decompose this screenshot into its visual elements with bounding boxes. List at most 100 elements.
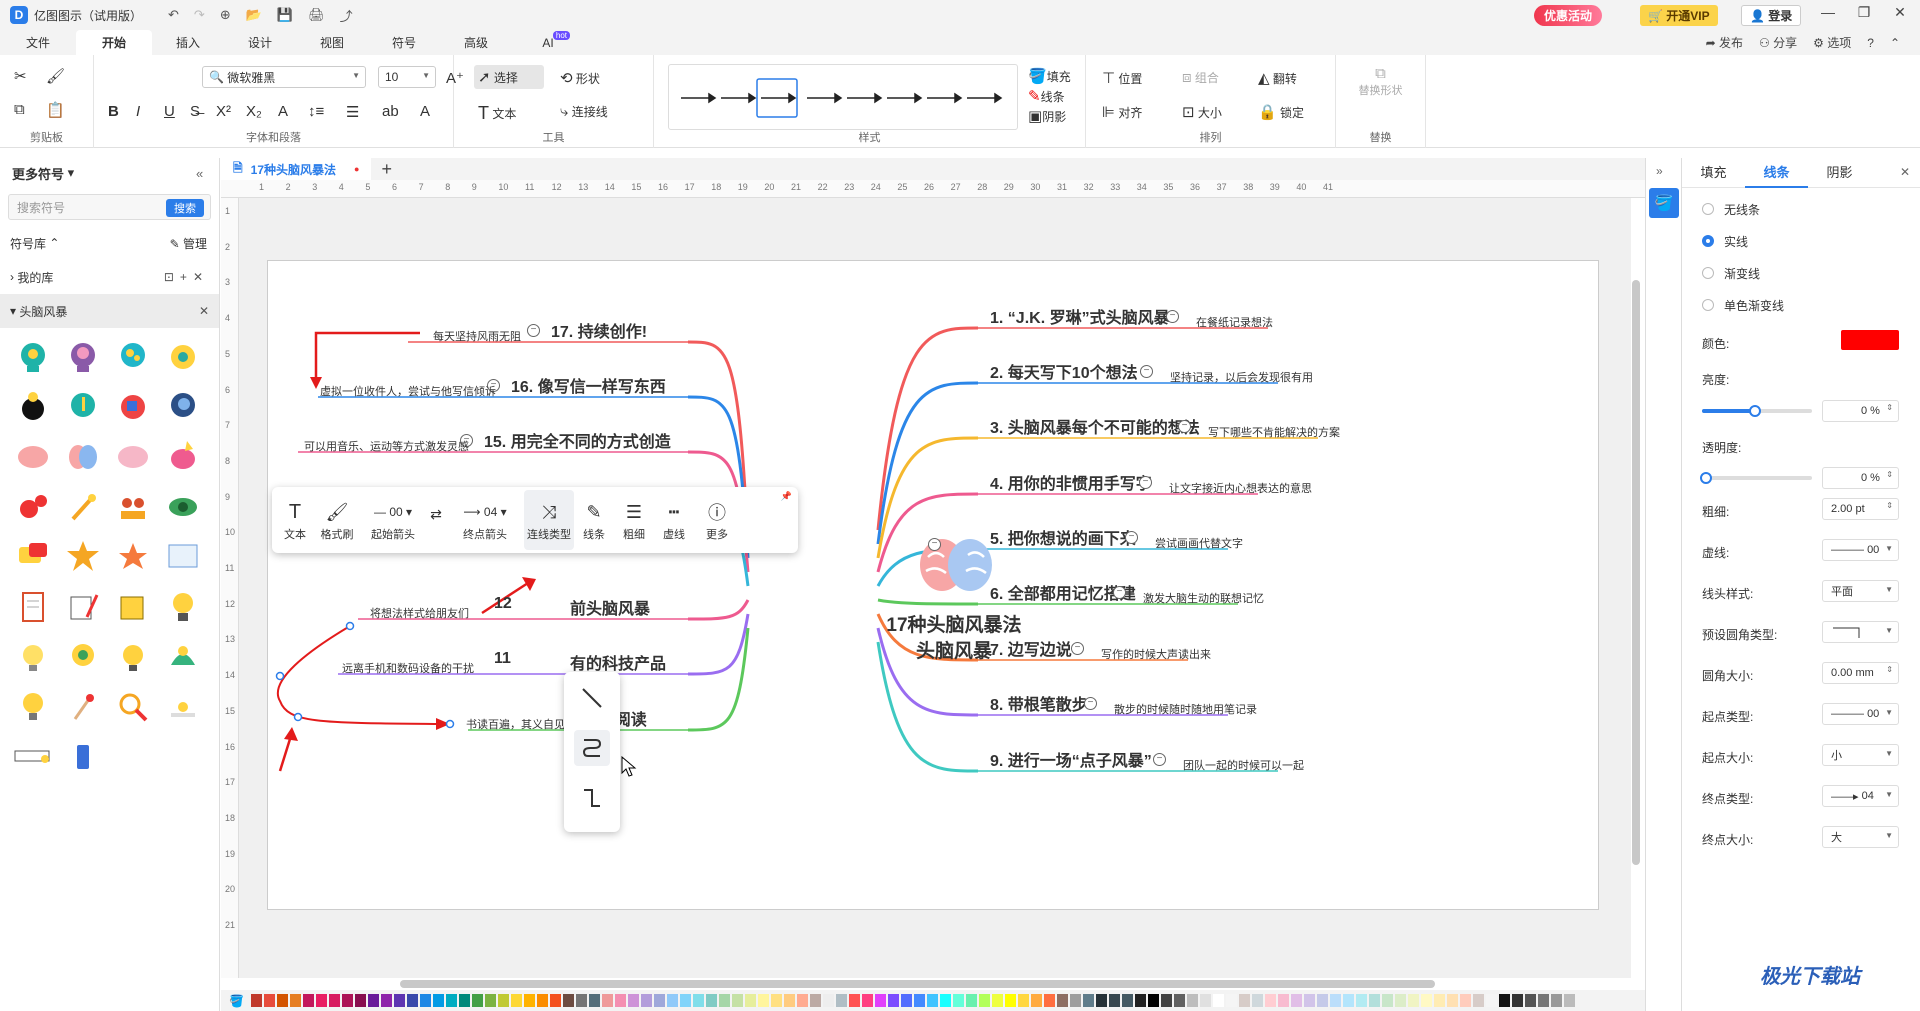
print-icon[interactable]: 🖨 <box>308 7 325 23</box>
palette-swatch[interactable] <box>862 994 873 1007</box>
collapse-toggle-icon[interactable]: − <box>1084 697 1097 710</box>
match-icon[interactable] <box>58 682 108 732</box>
right-subtopic[interactable]: 团队一起的时候可以一起 <box>1183 757 1304 773</box>
connector-handle[interactable] <box>345 621 355 631</box>
end-size-select[interactable]: 大 ▼ <box>1822 826 1899 848</box>
palette-swatch[interactable] <box>823 994 834 1007</box>
palette-swatch[interactable] <box>342 994 353 1007</box>
tab-shadow[interactable]: 阴影 <box>1808 158 1871 188</box>
center-toggle-icon[interactable]: − <box>928 538 941 551</box>
gears-red-icon[interactable] <box>8 482 58 532</box>
palette-swatch[interactable] <box>732 994 743 1007</box>
palette-swatch[interactable] <box>654 994 665 1007</box>
palette-swatch[interactable] <box>1356 994 1367 1007</box>
palette-swatch[interactable] <box>1213 994 1224 1007</box>
document-tab[interactable]: 🗎 17种头脑风暴法 ● <box>221 158 372 180</box>
palette-swatch[interactable] <box>1473 994 1484 1007</box>
menu-insert[interactable]: 插入 <box>152 30 224 55</box>
palette-swatch[interactable] <box>407 994 418 1007</box>
palette-swatch[interactable] <box>1187 994 1198 1007</box>
right-topic[interactable]: 5. 把你想说的画下来 <box>990 525 1136 549</box>
line-style-gallery[interactable] <box>668 64 1018 130</box>
brain-blue-pink-icon[interactable] <box>58 432 108 482</box>
connector-button[interactable]: ⤷ 连接线 <box>560 103 608 120</box>
alert-icon[interactable] <box>158 682 208 732</box>
palette-swatch[interactable] <box>1304 994 1315 1007</box>
palette-swatch[interactable] <box>1083 994 1094 1007</box>
palette-swatch[interactable] <box>641 994 652 1007</box>
palette-swatch[interactable] <box>1265 994 1276 1007</box>
palette-swatch[interactable] <box>719 994 730 1007</box>
fb-end-arrow-select[interactable]: ⟶ 04 ▾ <box>463 498 506 526</box>
dash-select[interactable]: ——— 00 ▼ <box>1822 539 1899 561</box>
notebook-icon[interactable] <box>108 582 158 632</box>
brain-pink-icon[interactable] <box>8 432 58 482</box>
solid-line-option[interactable]: 实线 <box>1682 225 1920 257</box>
fb-dash-button[interactable]: ┅ 虚线 <box>654 490 694 550</box>
palette-swatch[interactable] <box>1551 994 1562 1007</box>
menu-view[interactable]: 视图 <box>296 30 368 55</box>
brightness-slider-thumb[interactable] <box>1749 405 1761 417</box>
undo-icon[interactable]: ↶ <box>168 7 179 23</box>
fb-start-arrow-select[interactable]: — 00 ▾ <box>374 498 412 526</box>
gear-people-icon[interactable] <box>158 332 208 382</box>
maximize-icon[interactable]: ❐ <box>1846 4 1882 21</box>
palette-swatch[interactable] <box>1226 994 1237 1007</box>
left-subtopic[interactable]: 每天坚持风雨无阻 <box>433 328 521 344</box>
palette-swatch[interactable] <box>1395 994 1406 1007</box>
chat-question-icon[interactable] <box>8 532 58 582</box>
tab-fill[interactable]: 填充 <box>1682 158 1745 188</box>
tab-line[interactable]: 线条 <box>1745 158 1808 188</box>
right-topic[interactable]: 7. 边写边说 <box>990 636 1072 660</box>
line-spacing-icon[interactable]: ↕≡ <box>308 103 324 120</box>
text-button[interactable]: T 文本 <box>478 103 516 124</box>
straight-connector-option[interactable] <box>574 680 610 716</box>
style-panel-icon[interactable]: 🪣 <box>1649 188 1679 218</box>
text-case-icon[interactable]: ab <box>382 103 399 120</box>
vip-button[interactable]: 🛒 开通VIP <box>1640 5 1718 26</box>
head-brain-icon[interactable] <box>58 332 108 382</box>
line-button[interactable]: ✎ 线条 <box>1028 87 1065 105</box>
menu-advanced[interactable]: 高级 <box>440 30 512 55</box>
left-subtopic[interactable]: 书读百遍，其义自见 <box>466 716 565 732</box>
font-color-icon[interactable]: A <box>420 103 430 120</box>
palette-swatch[interactable] <box>420 994 431 1007</box>
gradient-line-radio[interactable] <box>1702 267 1714 279</box>
palette-swatch[interactable] <box>1291 994 1302 1007</box>
palette-swatch[interactable] <box>303 994 314 1007</box>
palette-swatch[interactable] <box>966 994 977 1007</box>
palette-swatch[interactable] <box>1122 994 1133 1007</box>
palette-swatch[interactable] <box>1109 994 1120 1007</box>
palette-swatch[interactable] <box>277 994 288 1007</box>
format-painter-icon[interactable]: 🖌 <box>46 67 65 85</box>
transparency-input[interactable]: 0 % ⇕ <box>1822 467 1899 489</box>
palette-swatch[interactable] <box>1135 994 1146 1007</box>
collapse-ribbon-icon[interactable]: ⌃ <box>1890 36 1900 50</box>
size-button[interactable]: ⊡ 大小 <box>1182 103 1222 121</box>
left-subtopic[interactable]: 可以用音乐、运动等方式激发灵感 <box>304 438 469 454</box>
my-library-row[interactable]: › 我的库 ⊡+✕ <box>0 260 219 294</box>
palette-swatch[interactable] <box>849 994 860 1007</box>
solid-line-radio[interactable] <box>1702 235 1714 247</box>
right-subtopic[interactable]: 写下哪些不肯能解决的方案 <box>1208 424 1340 440</box>
brightness-slider[interactable] <box>1702 405 1812 417</box>
menu-symbol[interactable]: 符号 <box>368 30 440 55</box>
text-color-icon[interactable]: A <box>278 103 288 120</box>
help-icon[interactable]: ? <box>1867 36 1874 50</box>
palette-swatch[interactable] <box>1382 994 1393 1007</box>
menu-file[interactable]: 文件 <box>0 30 76 55</box>
curved-connector-option[interactable] <box>574 730 610 766</box>
brightness-input[interactable]: 0 % ⇕ <box>1822 400 1899 422</box>
palette-swatch[interactable] <box>758 994 769 1007</box>
new-icon[interactable]: ⊕ <box>220 7 231 23</box>
palette-swatch[interactable] <box>1434 994 1445 1007</box>
palette-swatch[interactable] <box>472 994 483 1007</box>
strikethrough-icon[interactable]: S̶ <box>190 103 200 120</box>
palette-swatch[interactable] <box>1278 994 1289 1007</box>
phone-icon[interactable] <box>58 732 108 782</box>
head-lightbulb-icon[interactable] <box>8 332 58 382</box>
fb-pin-icon[interactable]: 📌 <box>781 491 792 502</box>
bold-icon[interactable]: B <box>108 103 119 120</box>
font-size-select[interactable]: 10 ▼ <box>378 66 436 88</box>
palette-swatch[interactable] <box>953 994 964 1007</box>
